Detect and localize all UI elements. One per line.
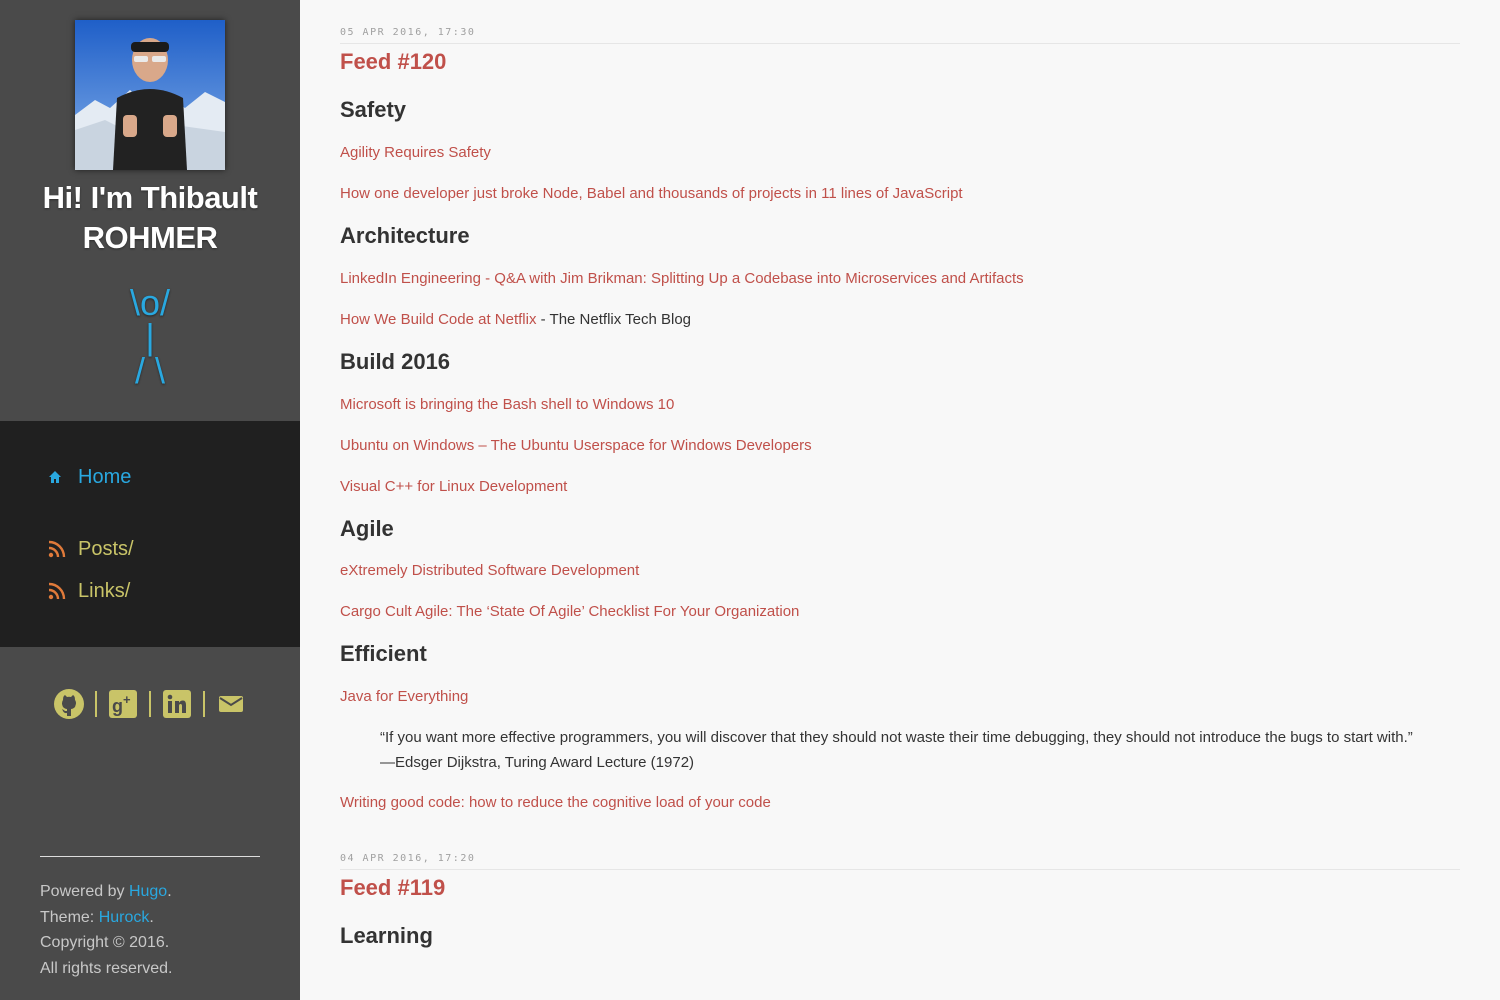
link-source: - The Netflix Tech Blog [536,311,692,328]
section-heading: Safety [340,97,407,122]
article-link[interactable]: Cargo Cult Agile: The ‘State Of Agile’ C… [340,602,1460,622]
article-link[interactable]: Ubuntu on Windows – The Ubuntu Userspace… [340,436,1460,456]
github-icon[interactable] [51,687,87,721]
section-heading: Architecture [340,223,470,248]
section-agile: Agile eXtremely Distributed Software Dev… [340,516,1460,622]
section-build-2016: Build 2016 Microsoft is bringing the Bas… [340,349,1460,497]
theme-info: Theme: Hurock. [40,908,154,926]
article-link[interactable]: Writing good code: how to reduce the cog… [340,793,1460,813]
section-efficient: Efficient Java for Everything “If you wa… [340,641,1460,813]
rss-icon [48,582,78,600]
svg-text:+: + [123,692,131,707]
google-plus-icon[interactable]: g + [105,687,141,721]
section-learning: Learning [340,923,1460,949]
sidebar: Hi! I'm Thibault ROHMER \o/ | / \ Home P… [0,0,300,1000]
copyright: Copyright © 2016. [40,934,170,952]
post: 04 APR 2016, 17:20 Feed #119 Learning [340,853,1460,949]
hurock-link[interactable]: Hurock [99,909,150,926]
nav-item-label: Home [78,465,132,488]
article-link[interactable]: Microsoft is bringing the Bash shell to … [340,395,1460,415]
section-heading: Learning [340,923,433,948]
post-title[interactable]: Feed #120 [340,49,1460,75]
theme-label: Theme: [40,908,99,926]
rss-icon [48,540,78,558]
article-link[interactable]: How We Build Code at Netflix [340,311,536,328]
nav-item-home[interactable]: Home [48,461,300,493]
ascii-art: \o/ | / \ [129,282,171,391]
powered-by-label: Powered by [40,883,129,900]
post-date: 04 APR 2016, 17:20 [340,853,1460,870]
link-with-source: How We Build Code at Netflix - The Netfl… [340,310,1460,330]
svg-text:g: g [112,696,123,716]
article-link[interactable]: LinkedIn Engineering - Q&A with Jim Brik… [340,269,1460,289]
sidebar-footer: Powered by Hugo. Theme: Hurock. Copyrigh… [40,856,260,982]
nav-item-links[interactable]: Links/ [48,575,300,607]
section-architecture: Architecture LinkedIn Engineering - Q&A … [340,223,1460,330]
powered-by: Powered by Hugo. [40,883,172,900]
divider [95,691,97,717]
social-links: g + [0,687,300,721]
article-link[interactable]: How one developer just broke Node, Babel… [340,184,1460,204]
hugo-link[interactable]: Hugo [129,883,167,900]
section-heading: Build 2016 [340,349,451,374]
main-content: 05 APR 2016, 17:30 Feed #120 Safety Agil… [340,0,1460,949]
rights-reserved: All rights reserved. [40,960,173,978]
article-link[interactable]: Java for Everything [340,687,1460,707]
nav-item-label: Posts/ [78,537,134,560]
mail-icon[interactable] [213,687,249,721]
linkedin-icon[interactable] [159,687,195,721]
post-title[interactable]: Feed #119 [340,875,1460,901]
home-icon [48,470,78,484]
nav-item-posts[interactable]: Posts/ [48,533,300,565]
post-date: 05 APR 2016, 17:30 [340,27,1460,44]
divider [203,691,205,717]
section-heading: Efficient [340,641,427,666]
section-heading: Agile [340,516,394,541]
article-link[interactable]: eXtremely Distributed Software Developme… [340,561,1460,581]
section-safety: Safety Agility Requires Safety How one d… [340,97,1460,204]
divider [149,691,151,717]
article-link[interactable]: Agility Requires Safety [340,143,1460,163]
nav-item-label: Links/ [78,579,131,602]
avatar[interactable] [75,20,225,170]
article-link[interactable]: Visual C++ for Linux Development [340,477,1460,497]
profile-section: Hi! I'm Thibault ROHMER \o/ | / \ [0,0,300,421]
main-nav: Home Posts/ Links/ [0,421,300,647]
quote-block: “If you want more effective programmers,… [380,729,1413,771]
post: 05 APR 2016, 17:30 Feed #120 Safety Agil… [340,0,1460,813]
greeting-title: Hi! I'm Thibault ROHMER [42,180,258,255]
